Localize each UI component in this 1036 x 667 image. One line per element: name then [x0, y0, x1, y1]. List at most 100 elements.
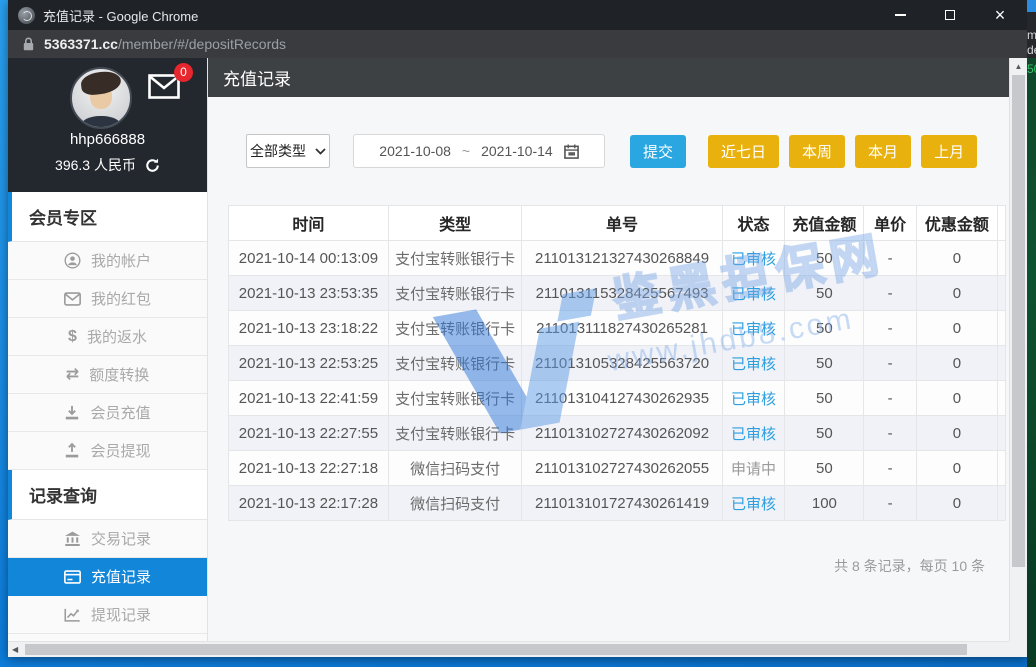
sidebar-item-label: 提现记录 [91, 604, 151, 625]
cell-truncated [997, 241, 1005, 276]
sidebar-item-label: 交易记录 [91, 528, 151, 549]
page-title: 充值记录 [223, 65, 291, 90]
messages-button[interactable]: 0 [148, 74, 180, 104]
refresh-icon [145, 158, 160, 173]
cell-type: 支付宝转账银行卡 [388, 416, 522, 451]
cell-status: 已审核 [722, 241, 785, 276]
sidebar-item-my-rebate[interactable]: $ 我的返水 [8, 318, 207, 356]
lock-icon[interactable] [23, 37, 34, 51]
quick-button-this-month[interactable]: 本月 [855, 135, 911, 168]
horizontal-scrollbar[interactable]: ◀ [8, 641, 1009, 657]
sidebar-item-transaction-records[interactable]: 交易记录 [8, 520, 207, 558]
avatar[interactable] [70, 67, 132, 129]
cell-status: 已审核 [722, 416, 785, 451]
cell-amount: 50 [785, 416, 864, 451]
transfer-icon: ⇄ [66, 367, 79, 383]
url-path: /member/#/depositRecords [118, 36, 286, 52]
cell-unit-price: - [864, 276, 917, 311]
cell-time: 2021-10-13 22:27:55 [229, 416, 389, 451]
avatar-hair [80, 70, 122, 97]
sidebar-item-label: 我的返水 [87, 326, 147, 347]
background-fragment-mid: de [1027, 43, 1036, 58]
table-row: 2021-10-13 22:53:25支付宝转账银行卡2110131053284… [229, 346, 1006, 381]
column-header-truncated [997, 206, 1005, 241]
date-range-input[interactable]: 2021-10-08 ~ 2021-10-14 [353, 134, 605, 168]
quick-range-buttons: 近七日本周本月上月 [698, 135, 977, 168]
cell-time: 2021-10-13 22:27:18 [229, 451, 389, 486]
cell-status: 已审核 [722, 276, 785, 311]
vertical-scrollbar[interactable]: ▲ [1009, 58, 1027, 641]
desktop-background: 充值记录 - Google Chrome × 5363371.cc/member… [0, 0, 1036, 667]
window-titlebar[interactable]: 充值记录 - Google Chrome × [8, 0, 1027, 30]
cell-discount: 0 [916, 311, 997, 346]
cell-order-no: 211013102727430262055 [522, 451, 722, 486]
refresh-balance-button[interactable] [145, 158, 160, 173]
scroll-up-icon[interactable]: ▲ [1010, 58, 1027, 74]
cell-order-no: 211013104127430262935 [522, 381, 722, 416]
table-row: 2021-10-14 00:13:09支付宝转账银行卡2110131213274… [229, 241, 1006, 276]
horizontal-scrollbar-thumb[interactable] [25, 644, 967, 655]
submit-button[interactable]: 提交 [630, 135, 686, 168]
sidebar-item-my-redpacket[interactable]: 我的红包 [8, 280, 207, 318]
bank-icon [64, 531, 81, 547]
cell-unit-price: - [864, 241, 917, 276]
sidebar-item-member-withdraw[interactable]: 会员提现 [8, 432, 207, 470]
withdraw-icon [64, 443, 80, 459]
date-from-value[interactable]: 2021-10-08 [379, 143, 451, 159]
cell-time: 2021-10-13 22:41:59 [229, 381, 389, 416]
quick-button-this-week[interactable]: 本周 [789, 135, 845, 168]
cell-type: 支付宝转账银行卡 [388, 381, 522, 416]
table-row: 2021-10-13 22:27:18微信扫码支付211013102727430… [229, 451, 1006, 486]
sidebar-item-deposit-records[interactable]: 充值记录 [8, 558, 207, 596]
cell-amount: 50 [785, 276, 864, 311]
favicon [18, 7, 35, 24]
cell-order-no: 211013115328425567493 [522, 276, 722, 311]
cell-status: 已审核 [722, 381, 785, 416]
cell-time: 2021-10-13 23:18:22 [229, 311, 389, 346]
sidebar-item-quota-transfer[interactable]: ⇄额度转换 [8, 356, 207, 394]
sidebar-item-withdraw-records[interactable]: 提现记录 [8, 596, 207, 634]
cell-type: 支付宝转账银行卡 [388, 311, 522, 346]
quick-button-last-7-days[interactable]: 近七日 [708, 135, 779, 168]
sidebar-item-label: 我的红包 [91, 288, 151, 309]
cell-truncated [997, 381, 1005, 416]
cell-discount: 0 [916, 416, 997, 451]
cell-discount: 0 [916, 276, 997, 311]
cell-status: 已审核 [722, 346, 785, 381]
cell-discount: 0 [916, 381, 997, 416]
close-button[interactable]: × [993, 8, 1007, 22]
maximize-button[interactable] [943, 8, 957, 22]
cell-order-no: 211013105328425563720 [522, 346, 722, 381]
cell-type: 支付宝转账银行卡 [388, 276, 522, 311]
sidebar-item-member-deposit[interactable]: 会员充值 [8, 394, 207, 432]
cell-amount: 50 [785, 311, 864, 346]
redpacket-icon [64, 292, 81, 306]
address-bar[interactable]: 5363371.cc/member/#/depositRecords [8, 30, 1027, 58]
cell-truncated [997, 416, 1005, 451]
avatar-body [81, 116, 121, 129]
quick-button-last-month[interactable]: 上月 [921, 135, 977, 168]
records-summary: 共 8 条记录，每页 10 条 [834, 556, 985, 576]
calendar-icon [564, 144, 579, 159]
vertical-scrollbar-thumb[interactable] [1012, 75, 1025, 567]
records-table: 时间类型单号状态充值金额单价优惠金额 2021-10-14 00:13:09支付… [228, 205, 1006, 521]
cell-status: 已审核 [722, 311, 785, 346]
sidebar-item-label: 我的帐户 [91, 250, 151, 271]
profile-panel: 0 hhp666888 396.3 人民币 [8, 58, 207, 192]
user-icon [64, 252, 81, 269]
table-row: 2021-10-13 23:18:22支付宝转账银行卡2110131118274… [229, 311, 1006, 346]
card-icon [64, 570, 81, 584]
column-header: 单价 [864, 206, 917, 241]
minimize-button[interactable] [893, 8, 907, 22]
date-to-value[interactable]: 2021-10-14 [481, 143, 553, 159]
dollar-icon: $ [68, 329, 77, 345]
cell-discount: 0 [916, 346, 997, 381]
sidebar-item-my-account[interactable]: 我的帐户 [8, 242, 207, 280]
scroll-left-icon[interactable]: ◀ [12, 642, 18, 657]
type-select[interactable]: 全部类型 [246, 134, 330, 168]
type-select-value: 全部类型 [250, 141, 306, 161]
column-header: 充值金额 [785, 206, 864, 241]
url-text: 5363371.cc/member/#/depositRecords [44, 36, 286, 52]
cell-unit-price: - [864, 486, 917, 521]
date-range-separator: ~ [462, 143, 470, 159]
